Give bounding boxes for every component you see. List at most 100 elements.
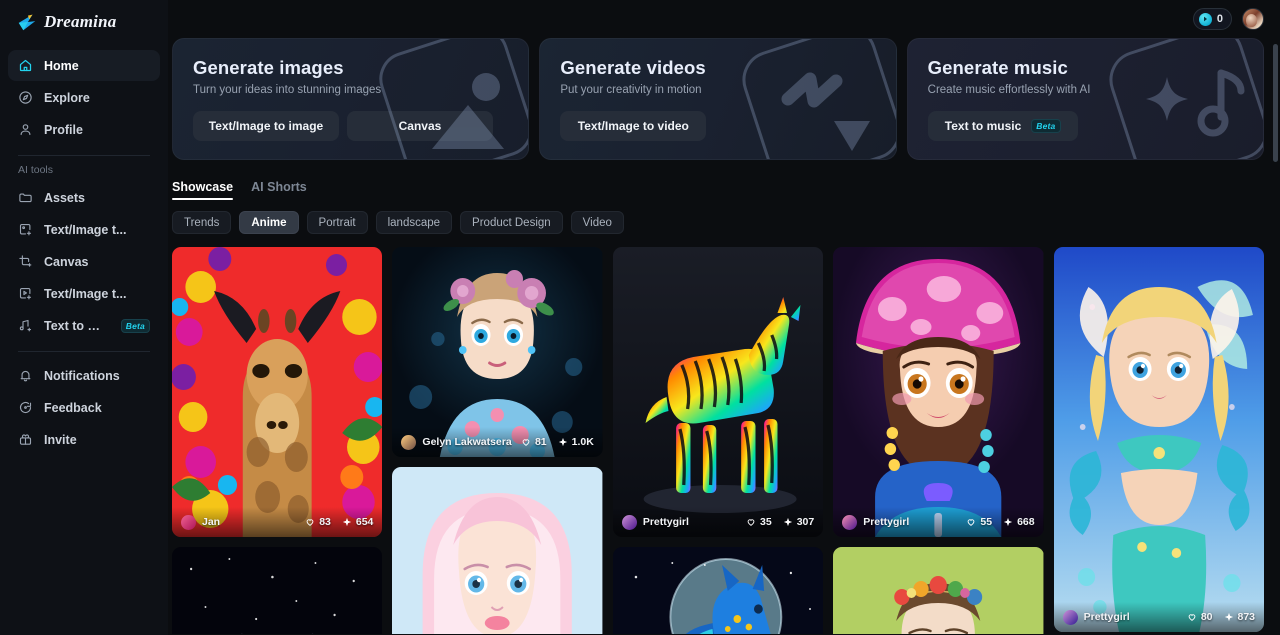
sidebar-item-assets[interactable]: Assets: [8, 182, 160, 213]
gallery-card[interactable]: Prettygirl 55 668: [833, 247, 1044, 537]
home-icon: [18, 58, 33, 73]
chip-portrait[interactable]: Portrait: [306, 211, 368, 234]
sidebar-footer-nav: Notifications Feedback Invite: [8, 360, 160, 455]
sidebar-item-text-image-to-image[interactable]: Text/Image t...: [8, 214, 160, 245]
butterfly-fairy-artwork: [1053, 247, 1265, 632]
chip-trends[interactable]: Trends: [172, 211, 232, 234]
heart-icon: [968, 519, 975, 526]
button-label: Text to music: [944, 119, 1022, 133]
likes-stat: 55: [966, 516, 992, 528]
gallery-card[interactable]: [612, 547, 824, 634]
card-stats: 81 1.0K: [521, 436, 594, 448]
filter-chips: Trends Anime Portrait landscape Product …: [172, 200, 1280, 234]
text-image-to-image-button[interactable]: Text/Image to image: [193, 111, 339, 141]
beta-badge: Beta: [1031, 119, 1061, 133]
chip-anime[interactable]: Anime: [239, 211, 299, 234]
sparkle-icon: [1224, 612, 1233, 622]
sparkle-icon: [1003, 517, 1013, 527]
chip-label: Trends: [184, 216, 220, 229]
banner-title: Generate music: [927, 57, 1068, 78]
chip-label: Anime: [251, 216, 287, 229]
likes-value: 80: [1200, 611, 1213, 623]
mushroom-hat-girl-artwork: [833, 247, 1044, 537]
sidebar-item-label: Canvas: [44, 254, 89, 269]
banner-generate-images[interactable]: Generate images Turn your ideas into stu…: [172, 38, 530, 160]
avatar: [1062, 609, 1078, 625]
credits-pill[interactable]: 0: [1192, 8, 1232, 30]
gallery-card[interactable]: Prettygirl 35 307: [612, 247, 824, 537]
canvas-button[interactable]: Canvas: [347, 111, 493, 141]
sidebar-item-explore[interactable]: Explore: [8, 82, 160, 113]
gallery-card[interactable]: Prettygirl 80 873: [1053, 247, 1265, 632]
sidebar-item-label: Explore: [44, 90, 90, 105]
gallery-card[interactable]: [392, 467, 603, 634]
video-plus-icon: [18, 286, 33, 301]
main-content: 0 Generate images Turn your ideas into s…: [168, 0, 1280, 635]
sidebar-item-label: Text/Image t...: [44, 286, 127, 301]
sparkle-icon: [783, 517, 792, 527]
banner-buttons: Text/Image to video: [560, 111, 875, 141]
sidebar-item-home[interactable]: Home: [8, 50, 160, 81]
chat-feedback-icon: [18, 400, 33, 415]
avatar: [401, 434, 417, 450]
generations-value: 307: [796, 516, 815, 528]
tab-ai-shorts[interactable]: AI Shorts: [251, 180, 307, 200]
banner-subtitle: Turn your ideas into stunning images: [193, 84, 382, 96]
banner-generate-music[interactable]: Generate music Create music effortlessly…: [906, 38, 1264, 160]
sidebar-item-canvas[interactable]: Canvas: [8, 246, 160, 277]
chip-video[interactable]: Video: [570, 211, 624, 234]
avatar: [621, 514, 637, 530]
sparkle-icon: [558, 437, 567, 447]
scrollbar-thumb[interactable]: [1273, 44, 1278, 162]
card-stats: 35 307: [746, 516, 814, 528]
tab-label: AI Shorts: [251, 180, 307, 194]
banner-generate-videos[interactable]: Generate videos Put your creativity in m…: [539, 38, 897, 160]
tab-label: Showcase: [172, 180, 234, 194]
chip-label: Video: [582, 216, 612, 229]
gallery-card[interactable]: [833, 547, 1044, 634]
likes-value: 55: [980, 516, 993, 528]
sidebar-item-label: Text to music: [44, 318, 106, 333]
credit-coin-icon: [1198, 12, 1212, 26]
avatar: [842, 514, 858, 530]
crown-lady-green-artwork: [833, 547, 1044, 634]
sidebar-item-label: Profile: [44, 122, 83, 137]
card-overlay: Prettygirl 80 873: [1053, 602, 1265, 632]
canvas-frame-icon: [18, 254, 33, 269]
sidebar-item-notifications[interactable]: Notifications: [8, 360, 160, 391]
likes-value: 81: [534, 436, 547, 448]
tab-showcase[interactable]: Showcase: [172, 180, 234, 200]
chip-product-design[interactable]: Product Design: [460, 211, 563, 234]
sidebar-item-feedback[interactable]: Feedback: [8, 392, 160, 423]
sidebar-divider-top: [18, 155, 150, 156]
gallery-card[interactable]: Jan 83 654: [172, 247, 383, 537]
sparkle-icon: [342, 517, 352, 527]
sidebar-item-text-image-to-video[interactable]: Text/Image t...: [8, 278, 160, 309]
sidebar-divider-bottom: [18, 351, 150, 352]
text-image-to-video-button[interactable]: Text/Image to video: [560, 111, 707, 141]
sidebar-item-label: Notifications: [44, 368, 120, 383]
heart-icon: [522, 439, 530, 446]
invite-gift-icon: [18, 432, 33, 447]
gallery-card[interactable]: Gelyn Lakwatsera 81 1.0K: [392, 247, 603, 457]
brand[interactable]: Dreamina: [8, 0, 160, 44]
sidebar-item-profile[interactable]: Profile: [8, 114, 160, 145]
avatar[interactable]: [1242, 8, 1264, 30]
text-to-music-button[interactable]: Text to music Beta: [927, 111, 1078, 141]
vertical-scrollbar[interactable]: [1273, 44, 1278, 619]
sidebar-tools-nav: Assets Text/Image t... Canvas Text/Image…: [8, 182, 160, 341]
likes-value: 35: [760, 516, 772, 528]
generations-stat: 668: [1003, 516, 1035, 528]
chip-label: Product Design: [472, 216, 551, 229]
sidebar-item-label: Feedback: [44, 400, 102, 415]
chip-landscape[interactable]: landscape: [375, 211, 453, 234]
doll-portrait-roses-artwork: [392, 247, 603, 457]
sidebar-item-text-to-music[interactable]: Text to music Beta: [8, 310, 160, 341]
compass-icon: [18, 90, 33, 105]
heart-icon: [747, 519, 755, 526]
generations-stat: 654: [342, 516, 373, 528]
gallery-card[interactable]: [172, 547, 383, 634]
card-username: Jan: [202, 516, 221, 528]
card-username: Prettygirl: [1083, 611, 1130, 623]
sidebar-item-invite[interactable]: Invite: [8, 424, 160, 455]
